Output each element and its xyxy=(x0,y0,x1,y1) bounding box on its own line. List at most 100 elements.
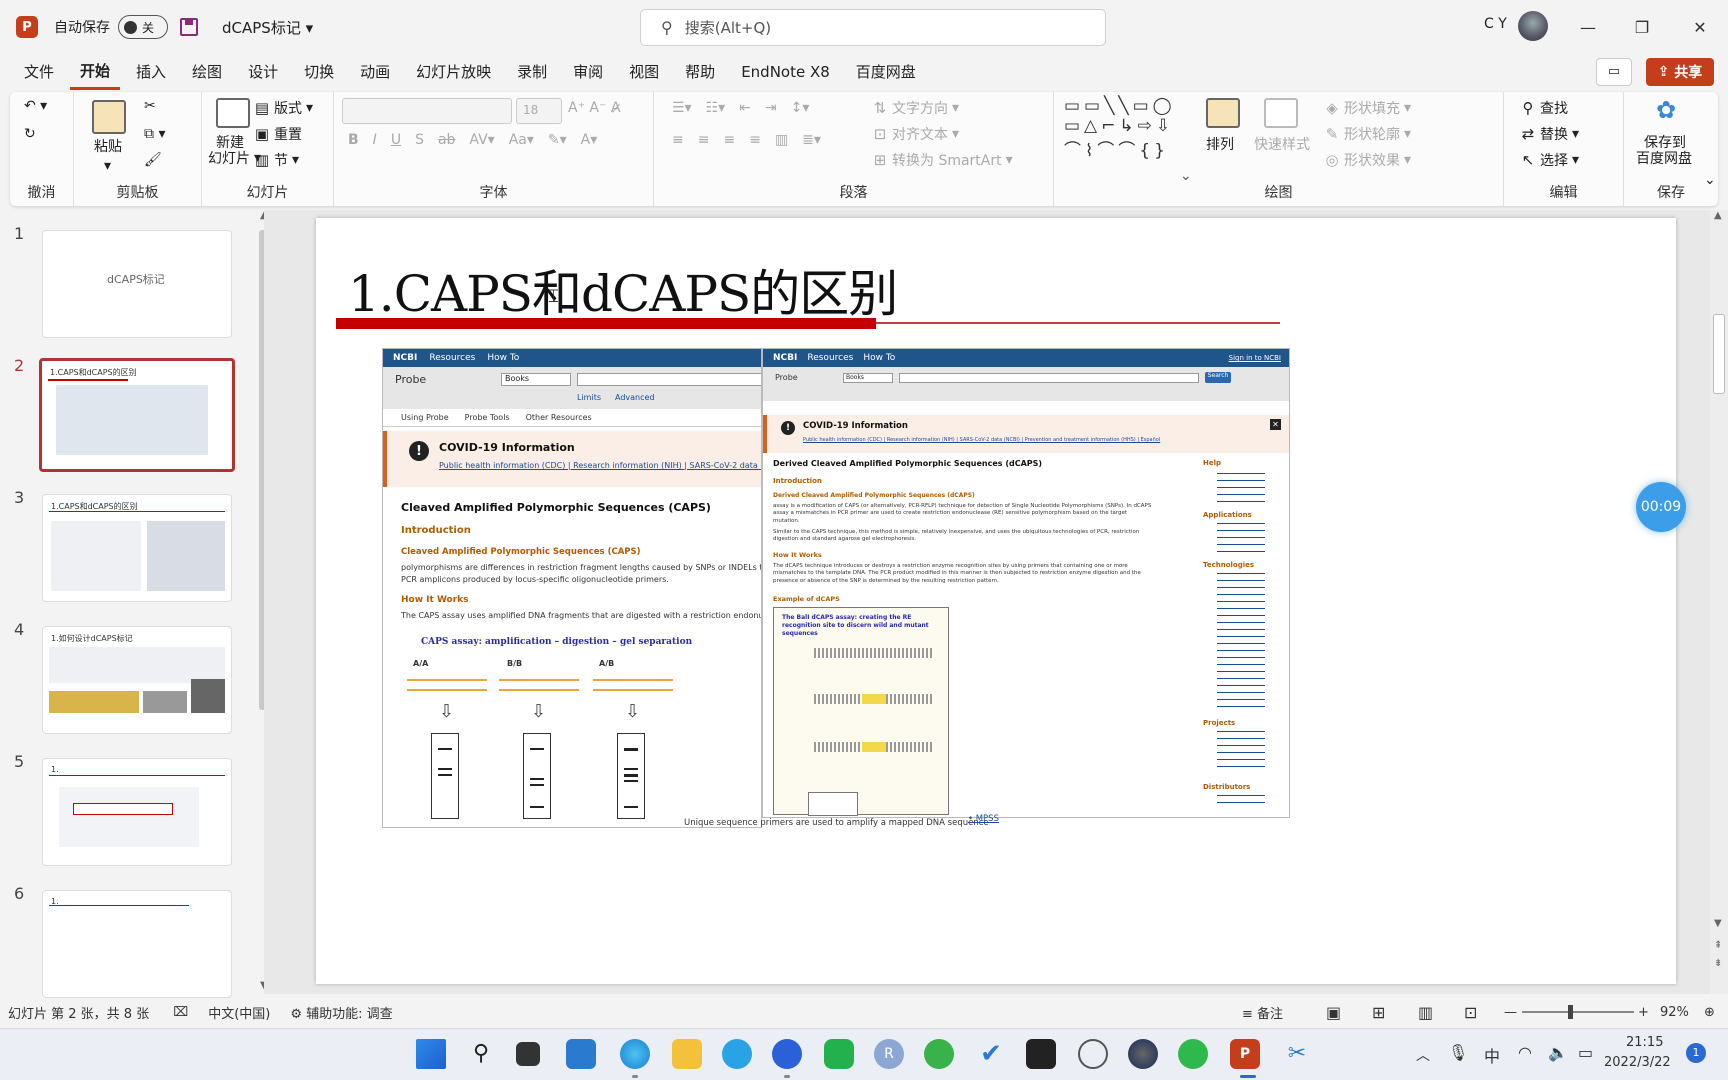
tray-overflow-icon[interactable]: ︿ xyxy=(1416,1045,1430,1065)
menu-animations[interactable]: 动画 xyxy=(350,54,400,90)
notes-button[interactable]: ≡ 备注 xyxy=(1242,1003,1283,1022)
shape-fill-button[interactable]: ◈ 形状填充 ▾ xyxy=(1324,98,1411,118)
case-icon[interactable]: Aa▾ xyxy=(509,132,534,148)
find-button[interactable]: ⚲ 查找 xyxy=(1520,98,1569,118)
shadow-icon[interactable]: S xyxy=(415,132,424,148)
ie-icon[interactable] xyxy=(924,1039,954,1069)
quick-styles-icon[interactable] xyxy=(1264,98,1298,128)
zoom-slider-thumb[interactable] xyxy=(1568,1005,1573,1019)
new-slide-icon[interactable] xyxy=(216,98,250,128)
align-text-button[interactable]: ⊡ 对齐文本 ▾ xyxy=(872,124,959,144)
windows-start-icon[interactable] xyxy=(416,1039,446,1069)
distribute-icon[interactable]: ≣▾ xyxy=(802,132,821,148)
clock-icon[interactable] xyxy=(1078,1039,1108,1069)
restore-button[interactable]: ❐ xyxy=(1622,12,1662,42)
scroll-up-icon[interactable]: ▲ xyxy=(1714,210,1722,221)
ncbi-caps-screenshot[interactable]: NCBI Resources How To Probe Books Limits… xyxy=(382,348,762,828)
menu-insert[interactable]: 插入 xyxy=(126,54,176,90)
copy-icon[interactable]: ⧉ ▾ xyxy=(144,126,165,142)
menu-transitions[interactable]: 切换 xyxy=(294,54,344,90)
clock-date[interactable]: 2022/3/22 xyxy=(1604,1055,1671,1070)
volume-icon[interactable]: 🔈 xyxy=(1548,1043,1568,1062)
layout-button[interactable]: ▤ 版式 ▾ xyxy=(254,98,313,118)
cut-icon[interactable]: ✂ xyxy=(144,98,156,114)
redo-icon[interactable]: ↻ xyxy=(24,126,36,142)
menu-view[interactable]: 视图 xyxy=(619,54,669,90)
italic-icon[interactable]: I xyxy=(373,132,377,148)
bold-icon[interactable]: B xyxy=(348,132,359,148)
scroll-down-icon[interactable]: ▼ xyxy=(1714,918,1722,929)
search-icon[interactable]: ⚲ xyxy=(466,1039,496,1069)
select-button[interactable]: ↖ 选择 ▾ xyxy=(1520,150,1579,170)
smartart-button[interactable]: ⊞ 转换为 SmartArt ▾ xyxy=(872,150,1013,170)
scroll-thumb[interactable] xyxy=(1713,314,1725,394)
spellcheck-icon[interactable]: ⌧ xyxy=(173,1005,188,1020)
font-size-select[interactable]: 18 xyxy=(516,98,562,124)
font-family-select[interactable] xyxy=(342,98,512,124)
bullets-icon[interactable]: ☰▾ xyxy=(672,100,692,116)
edge-icon[interactable] xyxy=(620,1039,650,1069)
menu-record[interactable]: 录制 xyxy=(507,54,557,90)
font-color-icon[interactable]: A▾ xyxy=(581,132,598,148)
paste-icon[interactable] xyxy=(92,100,126,134)
notification-badge[interactable]: 1 xyxy=(1686,1043,1706,1063)
reading-view-icon[interactable]: ▥ xyxy=(1418,1003,1433,1022)
user-initials[interactable]: C Y xyxy=(1484,16,1507,32)
highlight-icon[interactable]: ✎▾ xyxy=(548,132,567,148)
numbering-icon[interactable]: ☷▾ xyxy=(706,100,726,116)
quick-styles-button[interactable]: 快速样式 xyxy=(1254,134,1310,154)
microphone-icon[interactable]: 🎙 xyxy=(1448,1043,1468,1062)
zoom-level[interactable]: 92% xyxy=(1660,1005,1689,1020)
minimize-button[interactable]: — xyxy=(1568,12,1608,42)
reset-button[interactable]: ▣ 重置 xyxy=(254,124,302,144)
document-title[interactable]: dCAPS标记 ▾ xyxy=(222,17,313,38)
app-icon[interactable] xyxy=(824,1039,854,1069)
slide-thumbnail-6[interactable]: 1. xyxy=(42,890,232,998)
save-to-baidu-2[interactable]: 百度网盘 xyxy=(1636,148,1692,168)
zoom-slider[interactable] xyxy=(1522,1011,1634,1013)
slide-sorter-icon[interactable]: ⊞ xyxy=(1372,1003,1385,1022)
outdent-icon[interactable]: ⇥ xyxy=(765,100,777,116)
slide-thumbnail-3[interactable]: 1.CAPS和dCAPS的区别 xyxy=(42,494,232,602)
recording-timer[interactable]: 00:09 xyxy=(1636,482,1686,532)
comments-icon[interactable]: ▭ xyxy=(1596,58,1632,86)
section-button[interactable]: ▥ 节 ▾ xyxy=(254,150,299,170)
app-r-icon[interactable]: R xyxy=(874,1039,904,1069)
columns-icon[interactable]: ▥ xyxy=(775,132,788,148)
shape-outline-button[interactable]: ✎ 形状轮廓 ▾ xyxy=(1324,124,1411,144)
powerpoint-taskbar-icon[interactable]: P xyxy=(1230,1039,1260,1069)
slide-thumbnail-1[interactable]: dCAPS标记 xyxy=(42,230,232,338)
autosave-toggle[interactable]: 关 xyxy=(118,15,168,39)
arrange-button[interactable]: 排列 xyxy=(1206,134,1234,154)
align-center-icon[interactable]: ≡ xyxy=(698,132,710,148)
slide[interactable]: 1.CAPS和dCAPS的区别 NCBI Resources How To Pr… xyxy=(316,218,1676,984)
zoom-in-icon[interactable]: + xyxy=(1638,1005,1649,1020)
ime-indicator[interactable]: 中 xyxy=(1484,1043,1500,1067)
task-view-icon[interactable] xyxy=(516,1042,540,1066)
close-button[interactable]: ✕ xyxy=(1680,12,1720,42)
slide-thumbnail-2[interactable]: 1.CAPS和dCAPS的区别 xyxy=(39,358,235,472)
clock-time[interactable]: 21:15 xyxy=(1626,1035,1663,1050)
battery-icon[interactable]: ▭ xyxy=(1578,1043,1593,1062)
shape-effect-button[interactable]: ◎ 形状效果 ▾ xyxy=(1324,150,1411,170)
wechat-icon[interactable] xyxy=(1178,1039,1208,1069)
widgets-icon[interactable] xyxy=(566,1039,596,1069)
browser-icon[interactable] xyxy=(722,1039,752,1069)
next-slide-icon[interactable]: ⇟ xyxy=(1714,958,1722,969)
normal-view-icon[interactable]: ▣ xyxy=(1326,1003,1341,1022)
slide-scrollbar[interactable]: ▲ ▼ ⇞ ⇟ xyxy=(1710,210,1728,994)
menu-file[interactable]: 文件 xyxy=(14,54,64,90)
underline-icon[interactable]: U xyxy=(391,132,401,148)
menu-design[interactable]: 设计 xyxy=(238,54,288,90)
undo-icon[interactable]: ↶ ▾ xyxy=(24,98,47,114)
eclipse-icon[interactable] xyxy=(1128,1039,1158,1069)
snipping-tool-icon[interactable]: ✂ xyxy=(1282,1039,1312,1069)
menu-draw[interactable]: 绘图 xyxy=(182,54,232,90)
arrange-icon[interactable] xyxy=(1206,98,1240,128)
slide-title[interactable]: 1.CAPS和dCAPS的区别 xyxy=(348,254,898,326)
grow-font-icon[interactable]: A⁺ A⁻ A̷ xyxy=(568,100,620,116)
align-right-icon[interactable]: ≡ xyxy=(723,132,735,148)
menu-slideshow[interactable]: 幻灯片放映 xyxy=(406,54,501,90)
search-input[interactable]: ⚲ 搜索(Alt+Q) xyxy=(640,9,1106,46)
line-spacing-icon[interactable]: ↕▾ xyxy=(791,100,810,116)
